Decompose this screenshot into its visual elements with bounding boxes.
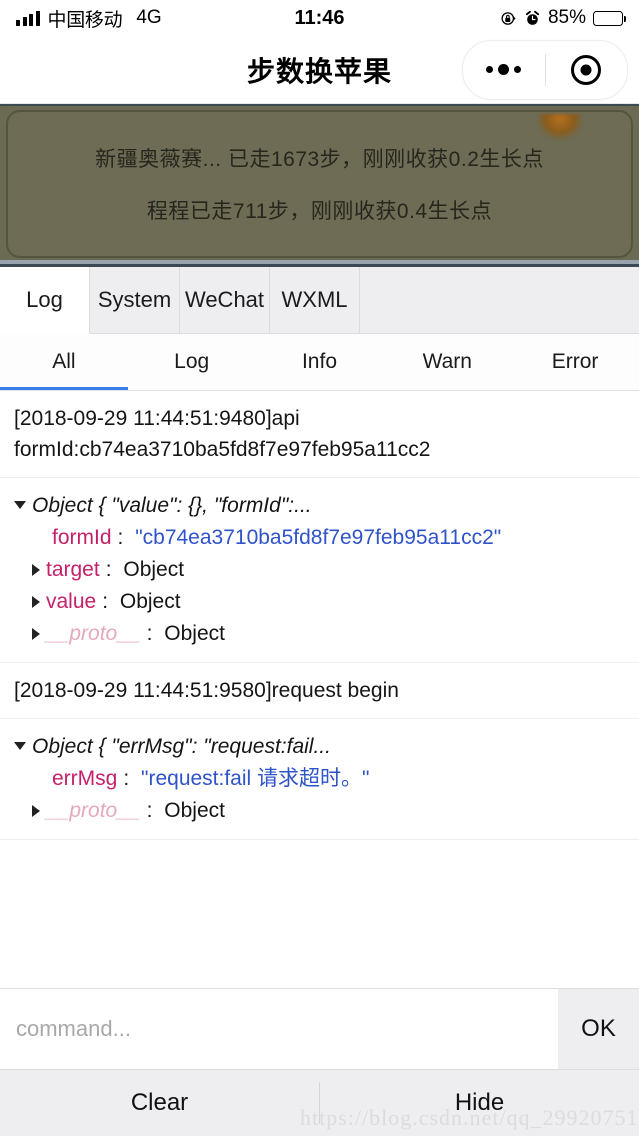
log-entry[interactable]: Object { "value": {}, "formId":... formId… bbox=[0, 478, 639, 663]
log-object-property[interactable]: formId: "cb74ea3710ba5fd8f7e97feb95a11cc… bbox=[14, 522, 625, 554]
log-property-value: Object bbox=[119, 590, 181, 613]
log-property-separator: : bbox=[105, 558, 118, 581]
carrier-name: 中国移动 bbox=[47, 9, 123, 31]
filter-all-label: All bbox=[52, 350, 76, 373]
wechat-capsule-menu[interactable] bbox=[462, 39, 628, 100]
close-miniprogram-button[interactable] bbox=[546, 54, 628, 85]
battery-icon bbox=[593, 10, 626, 26]
battery-percent: 85% bbox=[547, 7, 586, 28]
chevron-down-icon[interactable] bbox=[14, 742, 26, 750]
leaf-decoration-icon bbox=[537, 114, 583, 140]
log-object-header[interactable]: Object { "value": {}, "formId":... bbox=[14, 490, 625, 522]
chevron-right-icon[interactable] bbox=[32, 805, 40, 817]
log-property-value: Object bbox=[164, 799, 225, 822]
log-text-line: [2018-09-29 11:44:51:9580]request begin bbox=[14, 679, 399, 702]
log-object-property[interactable]: value: Object bbox=[14, 586, 625, 618]
chevron-down-icon[interactable] bbox=[14, 501, 26, 509]
filter-error[interactable]: Error bbox=[511, 334, 639, 390]
log-object-property[interactable]: __proto__: Object bbox=[14, 795, 625, 827]
log-property-separator: : bbox=[123, 767, 136, 790]
chevron-right-icon[interactable] bbox=[32, 564, 40, 576]
debug-console-panel: Log System WeChat WXML All Log Info Warn… bbox=[0, 264, 639, 988]
game-message-2: 程程已走711步，刚刚收获0.4生长点 bbox=[146, 200, 493, 223]
console-filter-tabs: All Log Info Warn Error bbox=[0, 334, 639, 391]
chevron-right-icon[interactable] bbox=[32, 596, 40, 608]
tab-log[interactable]: Log bbox=[0, 267, 90, 334]
log-property-value: "request:fail 请求超时。" bbox=[141, 767, 370, 790]
log-text-line: formId:cb74ea3710ba5fd8f7e97feb95a11cc2 bbox=[14, 438, 431, 461]
log-object-property[interactable]: __proto__: Object bbox=[14, 618, 625, 650]
hide-button[interactable]: Hide bbox=[320, 1070, 639, 1136]
console-action-bar: Clear Hide https://blog.csdn.net/qq_2992… bbox=[0, 1069, 639, 1136]
console-log-list[interactable]: [2018-09-29 11:44:51:9480]api formId:cb74… bbox=[0, 391, 639, 988]
page-title: 步数换苹果 bbox=[246, 55, 392, 87]
tab-wxml[interactable]: WXML bbox=[270, 267, 360, 333]
more-dots-icon bbox=[486, 64, 522, 75]
log-object-header-text: Object { "errMsg": "request:fail... bbox=[32, 735, 331, 758]
log-property-value: Object bbox=[164, 622, 225, 645]
game-message-panel: 新疆奥薇赛... 已走1673步，刚刚收获0.2生长点 程程已走711步，刚刚收… bbox=[6, 110, 633, 258]
tab-system[interactable]: System bbox=[90, 267, 180, 333]
network-type: 4G bbox=[136, 7, 162, 28]
game-message-1: 新疆奥薇赛... 已走1673步，刚刚收获0.2生长点 bbox=[95, 148, 544, 171]
command-input[interactable] bbox=[0, 989, 558, 1069]
tab-wechat-label: WeChat bbox=[184, 287, 265, 312]
log-property-separator: : bbox=[117, 526, 130, 549]
tab-wxml-label: WXML bbox=[281, 287, 348, 312]
log-object-header-text: Object { "value": {}, "formId":... bbox=[32, 494, 312, 517]
log-property-key: value bbox=[46, 590, 97, 613]
tab-log-label: Log bbox=[26, 287, 63, 312]
log-property-key: __proto__ bbox=[46, 799, 141, 822]
log-property-separator: : bbox=[146, 799, 159, 822]
filter-warn[interactable]: Warn bbox=[383, 334, 512, 390]
log-property-key: errMsg bbox=[52, 767, 118, 790]
tab-system-label: System bbox=[97, 287, 172, 312]
log-text-line: [2018-09-29 11:44:51:9480]api bbox=[14, 407, 300, 430]
filter-log[interactable]: Log bbox=[127, 334, 256, 390]
log-property-value: "cb74ea3710ba5fd8f7e97feb95a11cc2" bbox=[135, 526, 502, 549]
log-property-separator: : bbox=[102, 590, 114, 613]
log-object-header[interactable]: Object { "errMsg": "request:fail... bbox=[14, 731, 625, 763]
status-bar-right: 85% bbox=[500, 7, 626, 29]
filter-all[interactable]: All bbox=[0, 334, 128, 390]
ok-button[interactable]: OK bbox=[558, 989, 639, 1069]
log-object-property[interactable]: errMsg: "request:fail 请求超时。" bbox=[14, 763, 625, 795]
log-entry[interactable]: Object { "errMsg": "request:fail... errMs… bbox=[0, 719, 639, 840]
phone-screen: 中国移动 4G 11:46 85% 步数换苹果 新疆奥薇赛... 已走1673步… bbox=[0, 0, 639, 1136]
rotation-lock-icon bbox=[501, 11, 516, 25]
log-property-value: Object bbox=[123, 558, 185, 581]
log-property-key: target bbox=[46, 558, 100, 581]
game-bottom-edge bbox=[0, 260, 639, 264]
log-property-separator: : bbox=[146, 622, 159, 645]
filter-warn-label: Warn bbox=[422, 350, 472, 373]
log-property-key: formId bbox=[52, 526, 112, 549]
command-bar: OK bbox=[0, 988, 639, 1069]
console-main-tabs: Log System WeChat WXML bbox=[0, 267, 639, 334]
game-banner: 新疆奥薇赛... 已走1673步，刚刚收获0.2生长点 程程已走711步，刚刚收… bbox=[0, 104, 639, 264]
nav-bar: 步数换苹果 bbox=[0, 36, 639, 104]
log-entry[interactable]: [2018-09-29 11:44:51:9580]request begin bbox=[0, 663, 639, 719]
status-bar: 中国移动 4G 11:46 85% bbox=[0, 0, 639, 36]
alarm-clock-icon bbox=[525, 10, 540, 25]
signal-bars-icon bbox=[16, 10, 40, 26]
log-object-property[interactable]: target: Object bbox=[14, 554, 625, 586]
filter-info-label: Info bbox=[301, 350, 337, 373]
tab-bar-spacer bbox=[360, 267, 639, 333]
log-property-key: __proto__ bbox=[46, 622, 141, 645]
target-circle-icon bbox=[571, 54, 602, 85]
log-entry[interactable]: [2018-09-29 11:44:51:9480]api formId:cb74… bbox=[0, 391, 639, 478]
chevron-right-icon[interactable] bbox=[32, 628, 40, 640]
filter-log-label: Log bbox=[174, 350, 210, 373]
filter-error-label: Error bbox=[551, 350, 599, 373]
status-bar-left: 中国移动 4G bbox=[16, 5, 162, 32]
tab-wechat[interactable]: WeChat bbox=[180, 267, 270, 333]
filter-info[interactable]: Info bbox=[255, 334, 384, 390]
more-menu-button[interactable] bbox=[463, 64, 545, 75]
clear-button[interactable]: Clear bbox=[0, 1070, 319, 1136]
